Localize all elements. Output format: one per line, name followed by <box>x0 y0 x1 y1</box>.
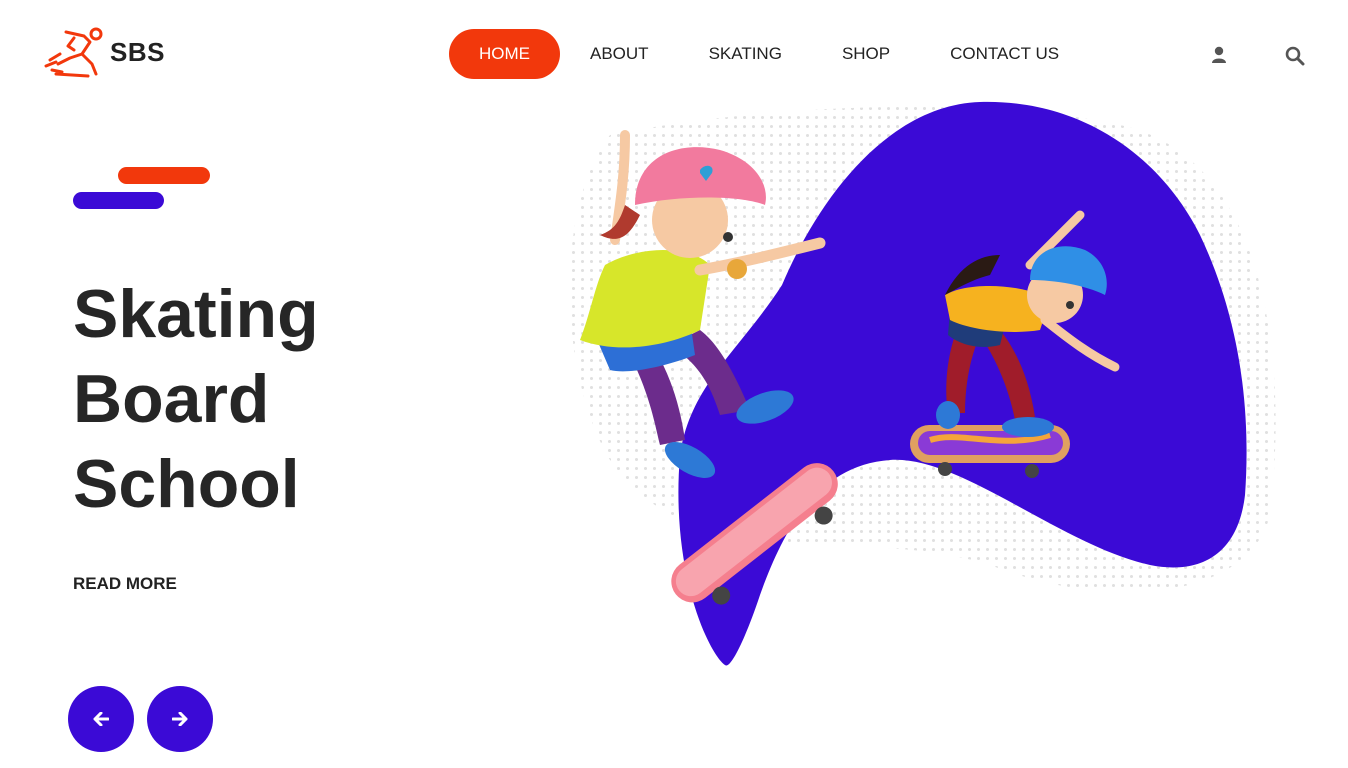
arrow-right-icon <box>172 712 188 726</box>
kids-skateboarding-illustration <box>569 101 1276 666</box>
brand-name: SBS <box>110 36 165 67</box>
user-icon[interactable] <box>1211 46 1227 69</box>
nav-shop[interactable]: SHOP <box>842 29 890 79</box>
search-icon[interactable] <box>1285 46 1305 71</box>
next-slide-button[interactable] <box>147 686 213 752</box>
read-more-link[interactable]: READ MORE <box>73 574 177 594</box>
hero-title-line: Skating <box>73 276 319 352</box>
hero-title-line: School <box>73 446 300 522</box>
arrow-left-icon <box>93 712 109 726</box>
previous-slide-button[interactable] <box>68 686 134 752</box>
main-nav: HOME ABOUT SKATING SHOP CONTACT US <box>449 29 1059 79</box>
nav-skating[interactable]: SKATING <box>709 29 782 79</box>
nav-home[interactable]: HOME <box>449 29 560 79</box>
decorative-bar-red <box>118 167 210 184</box>
decorative-bar-blue <box>73 192 164 209</box>
nav-contact-us[interactable]: CONTACT US <box>950 29 1059 79</box>
brand-logo[interactable]: SBS <box>44 24 165 80</box>
hero-title: Skating Board School <box>73 272 319 527</box>
hero-title-line: Board <box>73 361 270 437</box>
skater-logo-icon <box>44 27 103 78</box>
nav-about[interactable]: ABOUT <box>590 29 649 79</box>
